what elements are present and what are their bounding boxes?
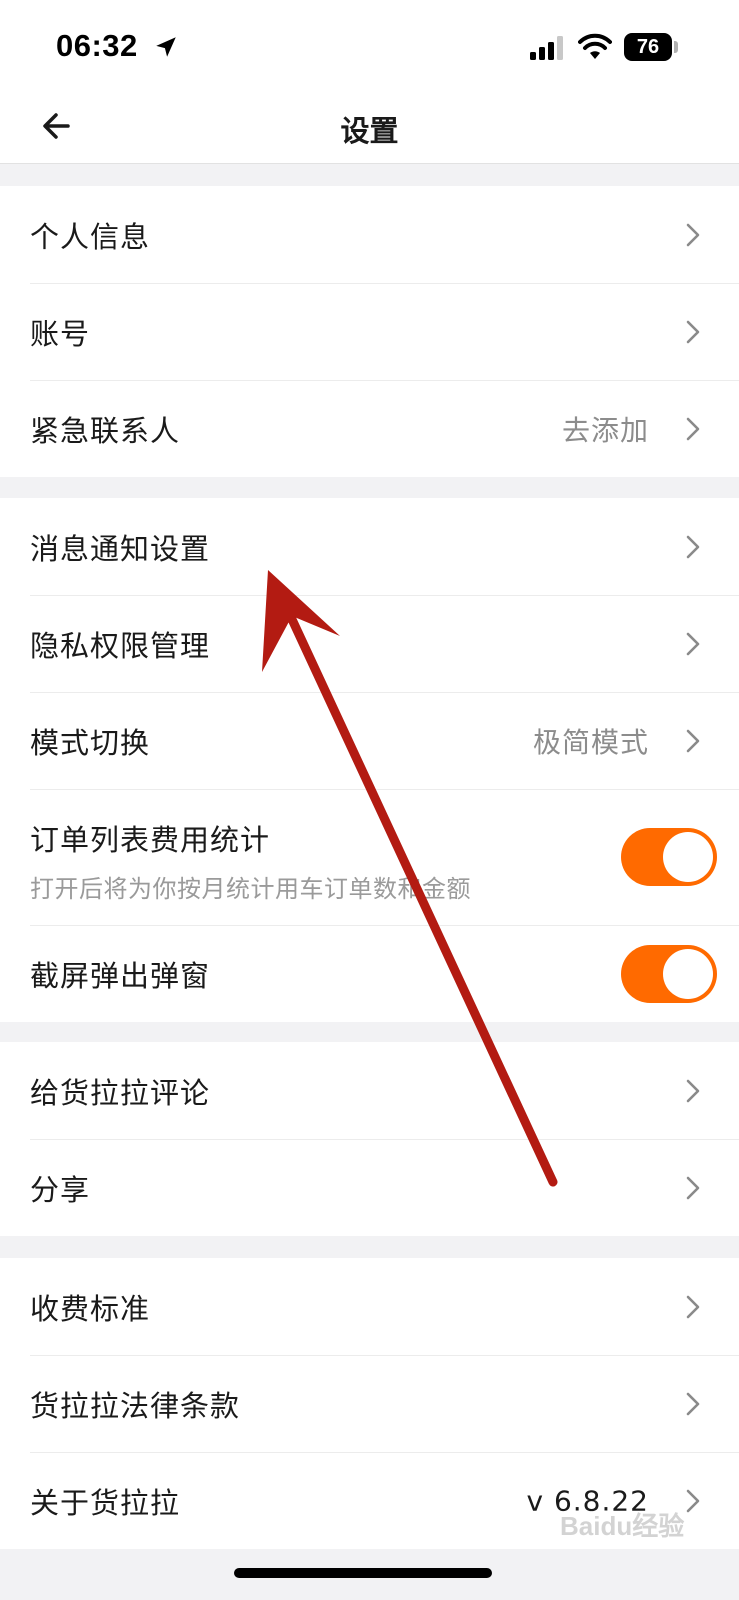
row-privacy-permissions[interactable]: 隐私权限管理	[0, 595, 739, 692]
row-label: 紧急联系人	[30, 413, 181, 448]
chevron-right-icon	[686, 632, 700, 655]
cellular-signal-icon	[530, 36, 563, 60]
row-label: 模式切换	[30, 725, 151, 760]
settings-group-social: 给货拉拉评论 分享	[0, 1042, 739, 1236]
toggle-knob	[663, 832, 713, 882]
order-cost-stats-toggle[interactable]	[621, 828, 717, 886]
row-label: 隐私权限管理	[30, 628, 211, 663]
chevron-right-icon	[686, 223, 700, 246]
row-value: 极简模式	[532, 725, 649, 759]
row-share[interactable]: 分享	[0, 1139, 739, 1236]
row-emergency-contact[interactable]: 紧急联系人 去添加	[0, 380, 739, 477]
row-notification-settings[interactable]: 消息通知设置	[0, 498, 739, 595]
watermark-logo: Baidu经验	[560, 1511, 685, 1541]
settings-group-preferences: 消息通知设置 隐私权限管理 模式切换 极简模式 订单列表费用统计 打开后将为你按…	[0, 498, 739, 1022]
battery-tip	[674, 41, 678, 53]
row-mode-switch[interactable]: 模式切换 极简模式	[0, 692, 739, 789]
row-label: 给货拉拉评论	[30, 1075, 211, 1110]
row-label: 关于货拉拉	[30, 1485, 181, 1520]
row-fee-standard[interactable]: 收费标准	[0, 1258, 739, 1355]
location-arrow-icon	[156, 37, 176, 57]
page-title: 设置	[340, 114, 399, 148]
row-label: 消息通知设置	[30, 531, 211, 566]
chevron-right-icon	[686, 535, 700, 558]
row-label: 订单列表费用统计	[30, 823, 271, 857]
row-legal-terms[interactable]: 货拉拉法律条款	[0, 1355, 739, 1452]
row-account[interactable]: 账号	[0, 283, 739, 380]
row-value: 去添加	[561, 413, 649, 447]
toggle-knob	[663, 948, 713, 999]
row-description: 打开后将为你按月统计用车订单数和金额	[30, 875, 471, 903]
row-label: 账号	[30, 316, 91, 351]
chevron-right-icon	[686, 320, 700, 343]
chevron-right-icon	[686, 1489, 700, 1512]
row-label: 收费标准	[30, 1291, 151, 1326]
nav-header: 设置	[0, 92, 739, 164]
row-label: 货拉拉法律条款	[30, 1388, 241, 1423]
chevron-right-icon	[686, 1295, 700, 1318]
row-label: 个人信息	[30, 219, 151, 254]
screenshot-popup-toggle[interactable]	[621, 944, 717, 1003]
battery-indicator: 76	[624, 33, 672, 61]
row-label: 分享	[30, 1172, 91, 1207]
chevron-right-icon	[686, 729, 700, 752]
row-label: 截屏弹出弹窗	[30, 958, 211, 993]
wifi-icon	[578, 33, 612, 59]
row-screenshot-popup: 截屏弹出弹窗	[0, 925, 739, 1022]
chevron-right-icon	[686, 1176, 700, 1199]
settings-page: 06:32 76 设置 个人信息 账号 紧急联系人 去添加 消息通知设置 隐私权…	[0, 0, 739, 1600]
row-order-cost-stats: 订单列表费用统计 打开后将为你按月统计用车订单数和金额	[0, 789, 739, 925]
settings-group-account: 个人信息 账号 紧急联系人 去添加	[0, 186, 739, 477]
status-time: 06:32	[56, 28, 138, 63]
chevron-right-icon	[686, 417, 700, 440]
chevron-right-icon	[686, 1392, 700, 1415]
row-personal-info[interactable]: 个人信息	[0, 186, 739, 283]
home-indicator	[234, 1568, 492, 1578]
chevron-right-icon	[686, 1079, 700, 1102]
row-rate-app[interactable]: 给货拉拉评论	[0, 1042, 739, 1139]
status-bar: 06:32 76	[0, 0, 739, 92]
